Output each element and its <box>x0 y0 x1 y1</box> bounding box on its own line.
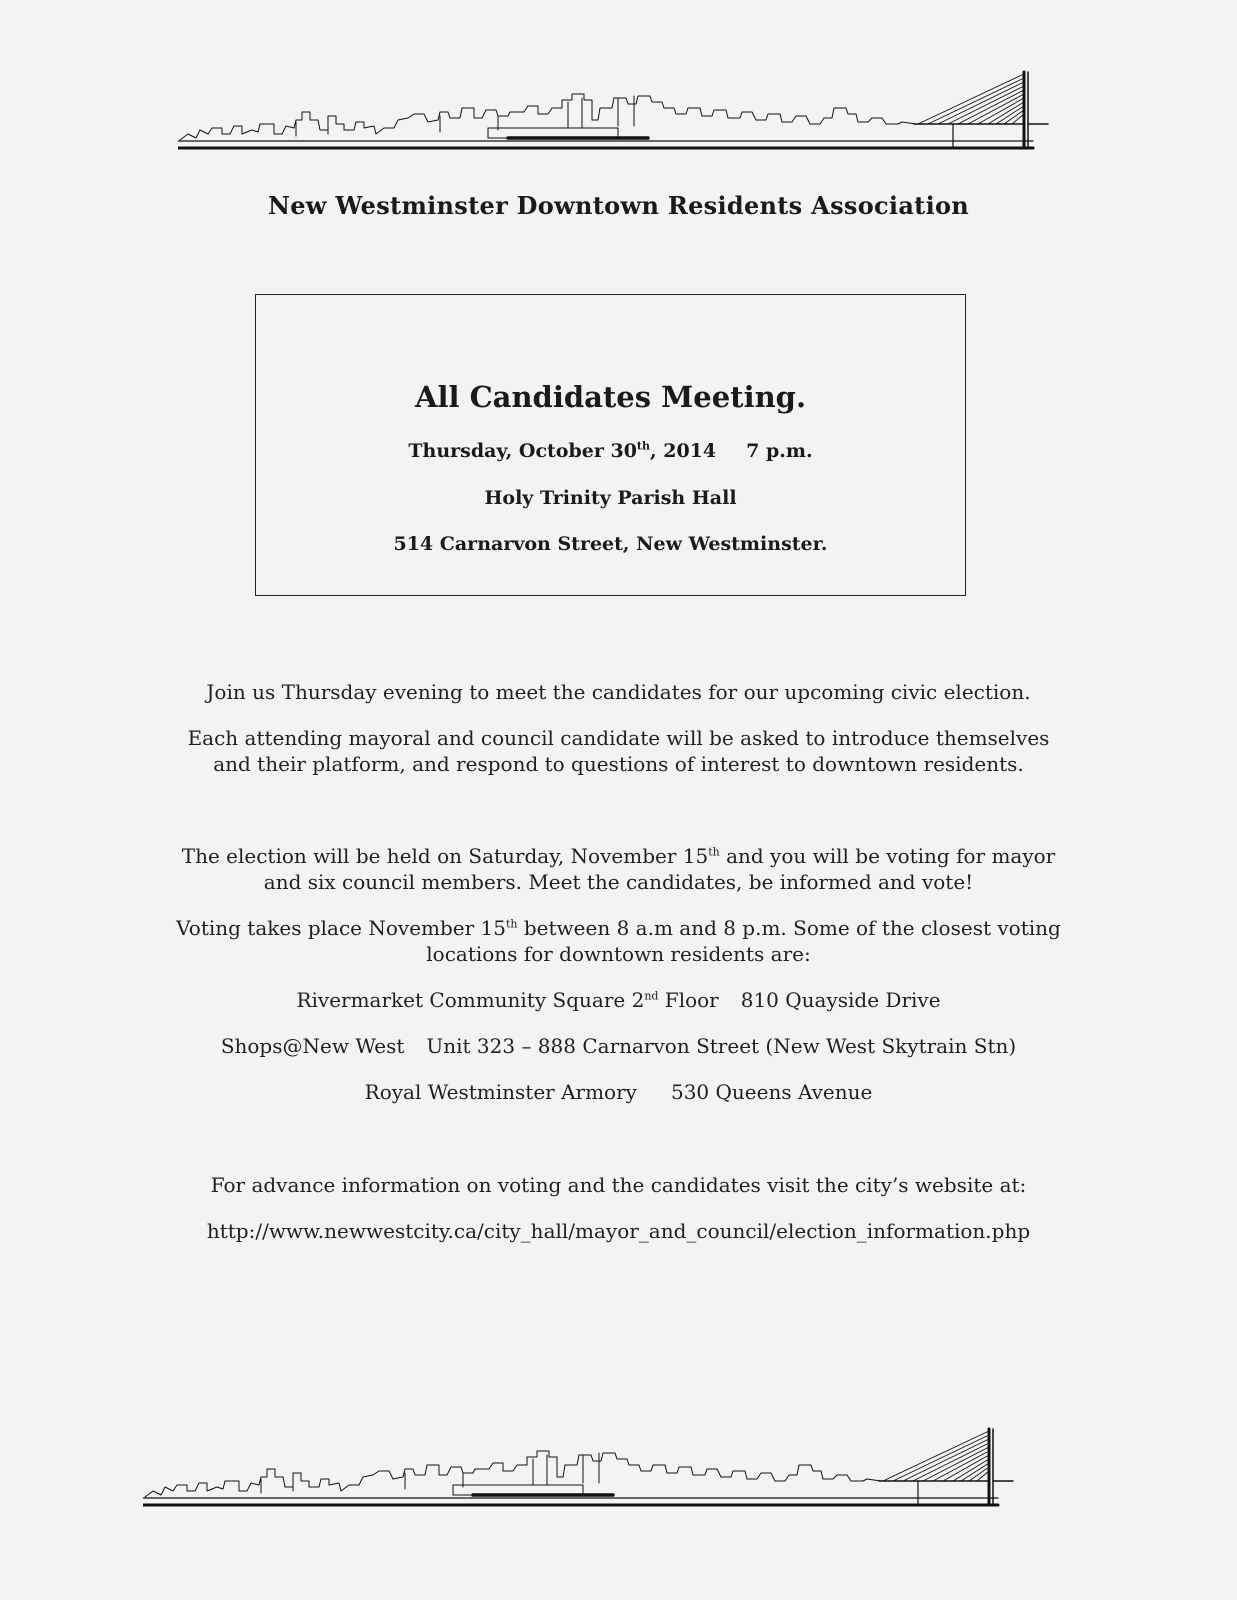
location-address: Unit 323 – 888 Carnarvon Street (New Wes… <box>426 1034 1017 1058</box>
location-name: Shops@New West <box>220 1034 405 1058</box>
candidates-paragraph-line-2: and their platform, and respond to quest… <box>213 752 1024 776</box>
organization-name: New Westminster Downtown Residents Assoc… <box>267 191 970 220</box>
meeting-info-box: All Candidates Meeting. Thursday, Octobe… <box>255 294 966 596</box>
election-paragraph-line-2: and six council members. Meet the candid… <box>263 870 974 894</box>
location-name: Rivermarket Community Square 2nd Floor <box>296 988 719 1012</box>
voting-paragraph-line-1: Voting takes place November 15th between… <box>176 916 1061 940</box>
election-info-url: http://www.newwestcity.ca/city_hall/mayo… <box>206 1219 1031 1243</box>
candidates-paragraph-line-1: Each attending mayoral and council candi… <box>187 726 1050 750</box>
meeting-venue: Holy Trinity Parish Hall <box>484 487 737 509</box>
meeting-address: 514 Carnarvon Street, New Westminster. <box>393 533 828 555</box>
voting-location: Royal Westminster Armory 530 Queens Avenu… <box>0 1079 1237 1105</box>
advance-info-text: For advance information on voting and th… <box>210 1173 1027 1197</box>
meeting-date: Thursday, October 30th, 2014 <box>408 439 717 462</box>
skyline-illustration-top <box>178 70 1049 150</box>
candidates-paragraph: Each attending mayoral and council candi… <box>0 725 1237 777</box>
voting-paragraph: Voting takes place November 15th between… <box>0 915 1237 967</box>
voting-paragraph-line-2: locations for downtown residents are: <box>426 942 811 966</box>
election-paragraph: The election will be held on Saturday, N… <box>0 843 1237 895</box>
election-paragraph-line-1: The election will be held on Saturday, N… <box>181 844 1056 868</box>
location-address: 530 Queens Avenue <box>670 1080 873 1104</box>
meeting-title: All Candidates Meeting. <box>414 380 807 414</box>
location-name: Royal Westminster Armory <box>364 1080 637 1104</box>
join-paragraph: Join us Thursday evening to meet the can… <box>206 680 1031 704</box>
meeting-time: 7 p.m. <box>746 440 813 462</box>
location-address: 810 Quayside Drive <box>740 988 941 1012</box>
skyline-illustration-bottom <box>143 1427 1015 1507</box>
meeting-date-time: Thursday, October 30th, 2014 7 p.m. <box>256 440 965 462</box>
voting-location: Rivermarket Community Square 2nd Floor 81… <box>0 987 1237 1013</box>
voting-location: Shops@New West Unit 323 – 888 Carnarvon S… <box>0 1033 1237 1059</box>
